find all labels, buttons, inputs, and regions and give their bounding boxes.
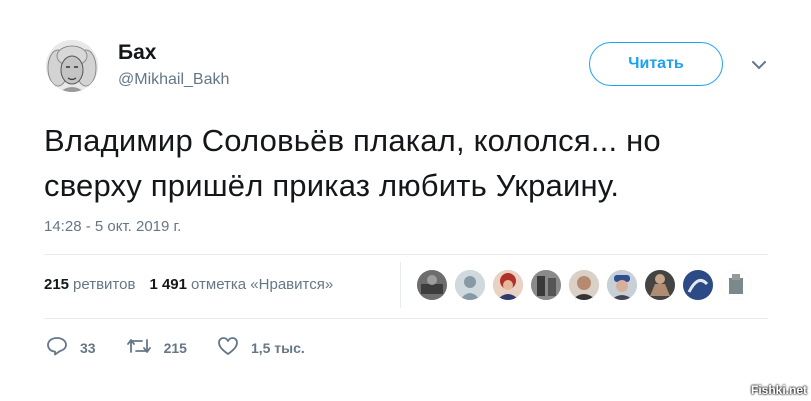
reply-count: 33 (80, 339, 96, 356)
liker-avatars (417, 270, 759, 300)
liker-avatar[interactable] (417, 270, 447, 300)
author-name[interactable]: Бах (118, 41, 156, 65)
tweet-text-line: Владимир Соловьёв плакал, кололся... но (44, 123, 661, 158)
tweet-actions: 33 215 1,5 тыс. (46, 336, 335, 359)
retweets-label: ретвитов (73, 276, 136, 293)
reply-icon (46, 336, 80, 359)
tweet-stats: 215 ретвитов 1 491 отметка «Нравится» (44, 276, 347, 293)
liker-avatar[interactable] (607, 270, 637, 300)
divider (44, 254, 768, 255)
tweet-text: Владимир Соловьёв плакал, кололся... но … (44, 118, 764, 208)
liker-avatar[interactable] (569, 270, 599, 300)
liker-avatar[interactable] (721, 270, 751, 300)
retweets-count: 215 (44, 276, 70, 293)
retweet-icon (126, 336, 164, 359)
likes-stat[interactable]: 1 491 отметка «Нравится» (149, 276, 333, 293)
liker-avatar[interactable] (531, 270, 561, 300)
divider (44, 318, 768, 319)
follow-button[interactable]: Читать (589, 42, 723, 86)
retweet-count: 215 (163, 339, 187, 356)
chevron-down-icon[interactable] (749, 55, 769, 75)
reply-button[interactable]: 33 (46, 336, 96, 359)
liker-avatar[interactable] (683, 270, 713, 300)
liker-avatar[interactable] (493, 270, 523, 300)
tweet-timestamp[interactable]: 14:28 - 5 окт. 2019 г. (44, 218, 181, 235)
like-count: 1,5 тыс. (250, 339, 305, 356)
tweet-card: Бах @Mikhail_Bakh Читать Владимир Соловь… (0, 0, 811, 401)
likes-count: 1 491 (149, 276, 187, 293)
likes-label: отметка «Нравится» (191, 276, 334, 293)
retweets-stat[interactable]: 215 ретвитов (44, 276, 135, 293)
tweet-text-line: сверху пришёл приказ любить Украину. (44, 168, 620, 203)
author-handle[interactable]: @Mikhail_Bakh (118, 71, 229, 89)
heart-icon (217, 336, 251, 359)
liker-avatar[interactable] (455, 270, 485, 300)
author-avatar[interactable] (46, 40, 98, 92)
retweet-button[interactable]: 215 (126, 336, 187, 359)
stats-separator (400, 262, 401, 308)
watermark: Fishki.net (750, 383, 807, 397)
liker-avatar[interactable] (645, 270, 675, 300)
like-button[interactable]: 1,5 тыс. (217, 336, 305, 359)
